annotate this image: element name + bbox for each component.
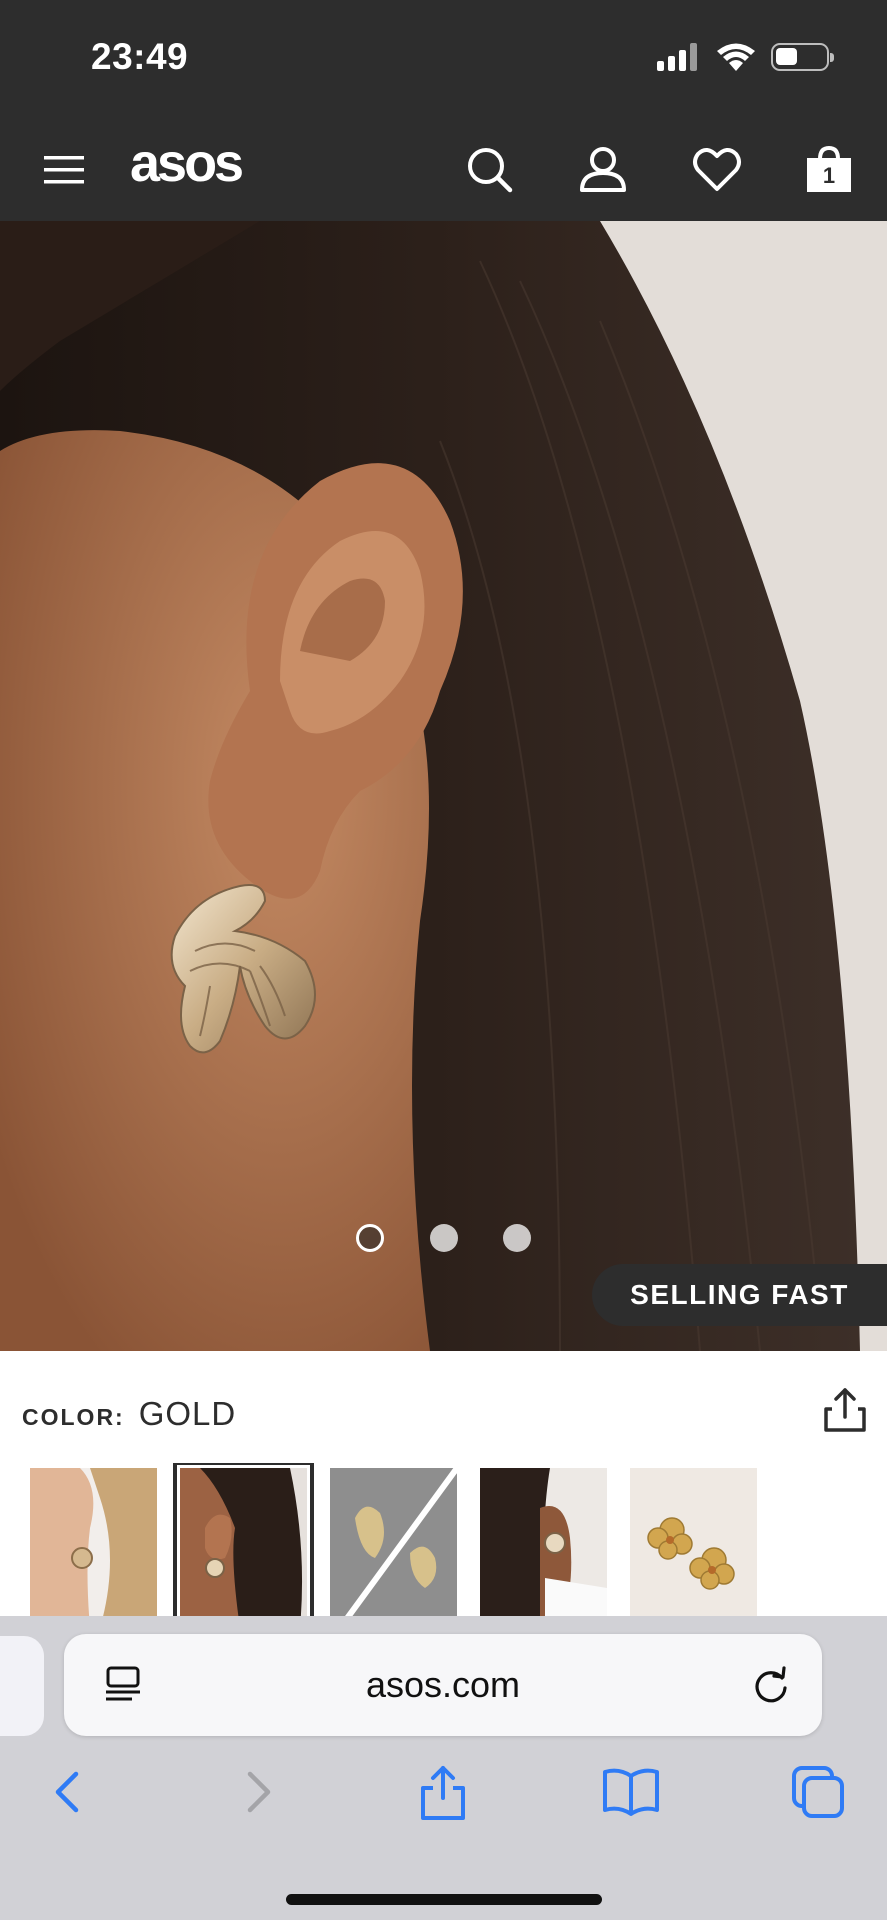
url-text[interactable]: asos.com — [64, 1664, 822, 1706]
bag-button[interactable]: 1 — [802, 142, 856, 196]
previous-tab-preview[interactable] — [0, 1636, 44, 1736]
search-icon — [468, 148, 513, 193]
forward-button[interactable] — [228, 1762, 288, 1822]
tabs-button[interactable] — [788, 1762, 848, 1822]
selling-fast-badge: SELLING FAST — [592, 1264, 887, 1326]
reload-button[interactable] — [750, 1664, 792, 1706]
carousel-dots — [0, 1224, 887, 1254]
color-label: COLOR: — [22, 1404, 125, 1430]
forward-icon — [247, 1771, 271, 1813]
thumbnail-3[interactable] — [330, 1468, 457, 1618]
asos-logo[interactable]: asos — [130, 132, 244, 194]
product-image-carousel[interactable]: SELLING FAST — [0, 221, 887, 1351]
status-time: 23:49 — [91, 36, 189, 77]
thumbnail-strip[interactable] — [0, 1463, 887, 1618]
menu-button[interactable] — [42, 148, 88, 192]
search-button[interactable] — [462, 142, 516, 196]
back-icon — [55, 1771, 79, 1813]
share-icon — [421, 1766, 465, 1820]
saved-items-button[interactable] — [690, 142, 744, 196]
bookmarks-icon — [603, 1768, 659, 1816]
address-bar[interactable]: asos.com — [64, 1634, 822, 1736]
wifi-icon — [717, 43, 755, 71]
menu-icon — [44, 156, 84, 184]
color-value: GOLD — [138, 1395, 237, 1432]
account-icon — [580, 147, 626, 192]
heart-icon — [693, 148, 741, 191]
bookmarks-button[interactable] — [601, 1762, 661, 1822]
thumbnail-5[interactable] — [630, 1468, 757, 1618]
home-indicator — [286, 1894, 602, 1905]
share-icon — [824, 1388, 866, 1432]
thumbnail-2-image — [180, 1468, 307, 1618]
battery-icon — [771, 43, 834, 71]
carousel-dot-2[interactable] — [430, 1224, 458, 1252]
thumbnail-3-image — [330, 1468, 457, 1618]
account-button[interactable] — [576, 142, 630, 196]
color-selector-label: COLOR: GOLD — [22, 1395, 236, 1433]
tabs-icon — [792, 1766, 844, 1818]
thumbnail-2[interactable] — [173, 1463, 314, 1618]
site-header: asos 1 — [0, 118, 887, 221]
browser-toolbar: asos.com — [0, 1616, 887, 1920]
thumbnail-1-image — [30, 1468, 157, 1618]
thumbnail-4[interactable] — [480, 1468, 607, 1618]
browser-share-button[interactable] — [413, 1762, 473, 1822]
share-button[interactable] — [820, 1385, 870, 1435]
bag-count-badge: 1 — [822, 163, 836, 188]
carousel-dot-3[interactable] — [503, 1224, 531, 1252]
carousel-dot-1[interactable] — [356, 1224, 384, 1252]
thumbnail-4-image — [480, 1468, 607, 1618]
cellular-signal-icon — [657, 43, 697, 71]
reload-icon — [755, 1666, 787, 1703]
thumbnail-5-image — [630, 1468, 757, 1618]
status-bar: 23:49 — [0, 0, 887, 118]
back-button[interactable] — [38, 1762, 98, 1822]
status-icons — [657, 42, 834, 72]
thumbnail-1[interactable] — [30, 1468, 157, 1618]
product-photo — [0, 221, 887, 1351]
